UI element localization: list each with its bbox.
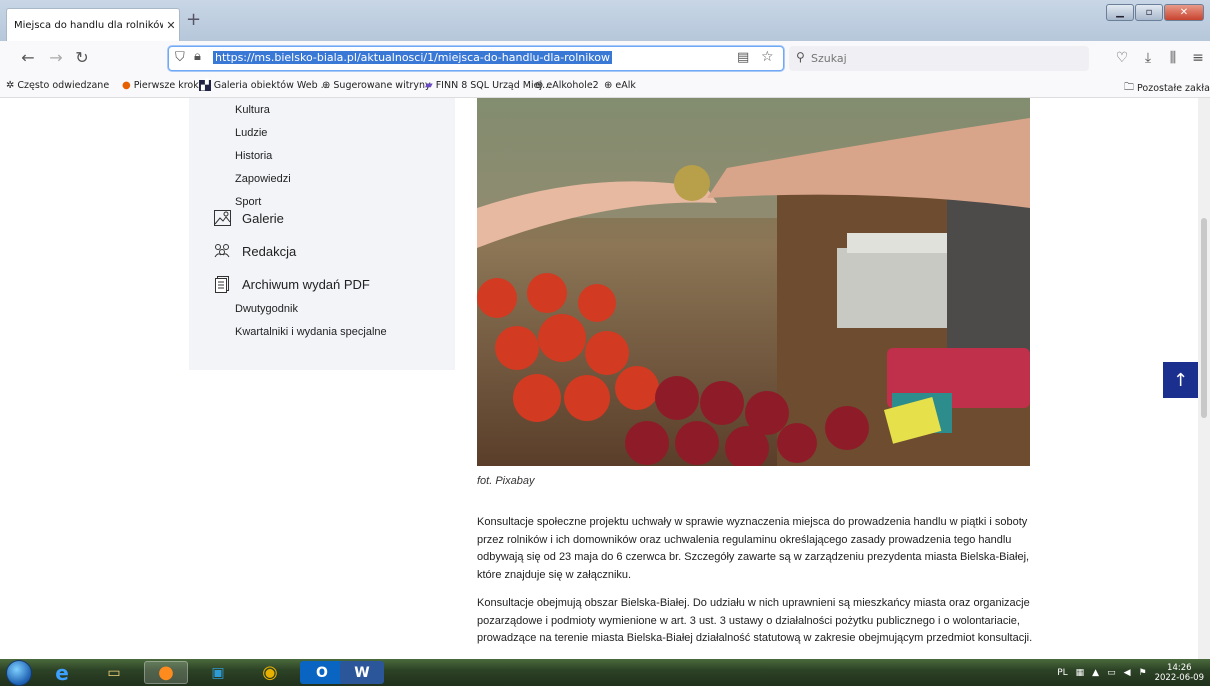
sidebar-item-label: Galerie: [242, 210, 284, 226]
address-bar[interactable]: ⛉ 🔒︎ https://ms.bielsko-biala.pl/aktualn…: [168, 46, 784, 71]
article-paragraph: Konsultacje społeczne projektu uchwały w…: [477, 516, 1030, 581]
people-icon: [213, 242, 231, 260]
sidebar-item-kwartalniki[interactable]: Kwartalniki i wydania specjalne: [235, 326, 387, 338]
windows-taskbar: e ▭ ● ▣ ◉ O W PL ▦ ▲ ▭ ◀ ⚑ 14:26 2022-06…: [0, 659, 1210, 686]
back-arrow-icon[interactable]: ←: [18, 48, 38, 67]
maximize-button[interactable]: ▫: [1135, 4, 1163, 21]
sidebar-item-kultura[interactable]: Kultura: [235, 104, 270, 116]
image-icon: [213, 209, 231, 227]
sidebar-item-sport[interactable]: Sport: [235, 196, 261, 208]
sidebar-item-label: Archiwum wydań PDF: [242, 276, 370, 292]
internet-explorer-icon[interactable]: e: [40, 661, 84, 685]
clock[interactable]: 14:26 2022-06-09: [1155, 663, 1204, 683]
reload-icon[interactable]: ↻: [72, 48, 92, 67]
bookmark-item[interactable]: ▰ FINN 8 SQL Urząd Miej...: [425, 80, 551, 91]
close-window-button[interactable]: ✕: [1164, 4, 1204, 21]
sidebar-item-label: Redakcja: [242, 243, 297, 259]
tab-active[interactable]: Miejsca do handlu dla rolników | M ✕: [6, 8, 180, 41]
folder-icon: 🗀︎: [1124, 82, 1134, 93]
page-scrollbar[interactable]: [1198, 98, 1210, 659]
network-icon[interactable]: ▭: [1107, 668, 1116, 678]
system-tray: PL ▦ ▲ ▭ ◀ ⚑ 14:26 2022-06-09: [1057, 659, 1204, 686]
bookmark-item[interactable]: ⊕ Sugerowane witryny: [322, 80, 431, 91]
tab-title: Miejsca do handlu dla rolników | M: [14, 19, 163, 31]
bookmark-item[interactable]: ⊕ eAlkohole2: [535, 80, 599, 91]
download-icon[interactable]: ⤓: [1139, 50, 1157, 66]
sidebar-item-zapowiedzi[interactable]: Zapowiedzi: [235, 173, 291, 185]
new-tab-button[interactable]: +: [186, 9, 201, 31]
show-hidden-icons[interactable]: ▲: [1092, 668, 1099, 678]
forward-arrow-icon[interactable]: →: [46, 48, 66, 67]
gear-icon: ✲: [6, 80, 15, 91]
gallery-icon: ▞: [199, 80, 211, 91]
bookmark-star-icon[interactable]: ☆: [761, 49, 774, 65]
firefox-icon[interactable]: ●: [144, 661, 188, 684]
navigation-bar: ← → ↻ ⛉ 🔒︎ https://ms.bielsko-biala.pl/a…: [0, 41, 1210, 76]
language-indicator[interactable]: PL: [1057, 668, 1067, 678]
sidebar-item-ludzie[interactable]: Ludzie: [235, 127, 267, 139]
outlook-icon[interactable]: O: [300, 661, 344, 684]
firefox-icon: ●: [122, 80, 131, 91]
window-controls: ▁ ▫ ✕: [1106, 4, 1204, 21]
sidebar-item-galerie[interactable]: Galerie: [213, 209, 284, 227]
lock-icon[interactable]: 🔒︎: [194, 49, 201, 64]
globe-icon: ⊕: [604, 80, 613, 91]
tab-close-icon[interactable]: ✕: [163, 19, 179, 32]
document-icon: [213, 275, 231, 293]
tab-strip: Miejsca do handlu dla rolników | M ✕ + ▁…: [0, 0, 1210, 41]
finn-icon: ▰: [425, 80, 433, 91]
reader-view-icon[interactable]: ▤: [737, 50, 749, 65]
bookmark-item[interactable]: ⊕ eAlk: [604, 80, 636, 91]
minimize-button[interactable]: ▁: [1106, 4, 1134, 21]
bookmark-folder-other[interactable]: 🗀︎Pozostałe zakładki: [1124, 80, 1210, 97]
chrome-icon[interactable]: ◉: [248, 661, 292, 684]
volume-icon[interactable]: ◀: [1124, 668, 1131, 678]
search-bar[interactable]: ⚲: [789, 46, 1089, 71]
globe-icon: ⊕: [535, 80, 544, 91]
scrollbar-thumb[interactable]: [1201, 218, 1207, 418]
sidebar-item-historia[interactable]: Historia: [235, 150, 272, 162]
bookmark-item[interactable]: ▞ Galeria obiektów Web ...: [199, 80, 330, 91]
photo-caption: fot. Pixabay: [477, 475, 535, 487]
search-input[interactable]: [811, 49, 1071, 67]
start-button[interactable]: [6, 660, 32, 686]
bookmark-item[interactable]: ● Pierwsze kroki: [122, 80, 201, 91]
sidebar-menu: Kultura Ludzie Historia Zapowiedzi Sport…: [189, 98, 455, 370]
sidebar-item-redakcja[interactable]: Redakcja: [213, 242, 296, 260]
word-icon[interactable]: W: [340, 661, 384, 684]
arrow-up-icon: ↑: [1172, 369, 1189, 391]
bookmarks-bar: ✲ Często odwiedzane ● Pierwsze kroki ▞ Gale…: [0, 76, 1210, 98]
menu-icon[interactable]: ≡: [1189, 50, 1207, 66]
article-photo: [477, 98, 1030, 466]
url-text[interactable]: https://ms.bielsko-biala.pl/aktualnosci/…: [213, 51, 612, 64]
page-content: Kultura Ludzie Historia Zapowiedzi Sport…: [0, 98, 1210, 659]
flag-icon[interactable]: ⚑: [1139, 668, 1147, 678]
globe-icon: ⊕: [322, 80, 331, 91]
shield-icon[interactable]: ⛉: [175, 50, 185, 65]
pocket-icon[interactable]: ♡: [1113, 50, 1131, 66]
bookmark-item[interactable]: ✲ Często odwiedzane: [6, 80, 109, 91]
keyboard-icon[interactable]: ▦: [1076, 668, 1085, 678]
article-paragraph: Konsultacje obejmują obszar Bielska-Biał…: [477, 597, 1033, 644]
file-explorer-icon[interactable]: ▭: [92, 661, 136, 684]
media-player-icon[interactable]: ▣: [196, 661, 240, 684]
scroll-to-top-button[interactable]: ↑: [1163, 362, 1198, 398]
sidebar-item-dwutygodnik[interactable]: Dwutygodnik: [235, 303, 298, 315]
search-icon: ⚲: [796, 50, 805, 64]
sidebar-item-archiwum[interactable]: Archiwum wydań PDF: [213, 275, 370, 293]
library-icon[interactable]: ⫼: [1164, 50, 1182, 66]
